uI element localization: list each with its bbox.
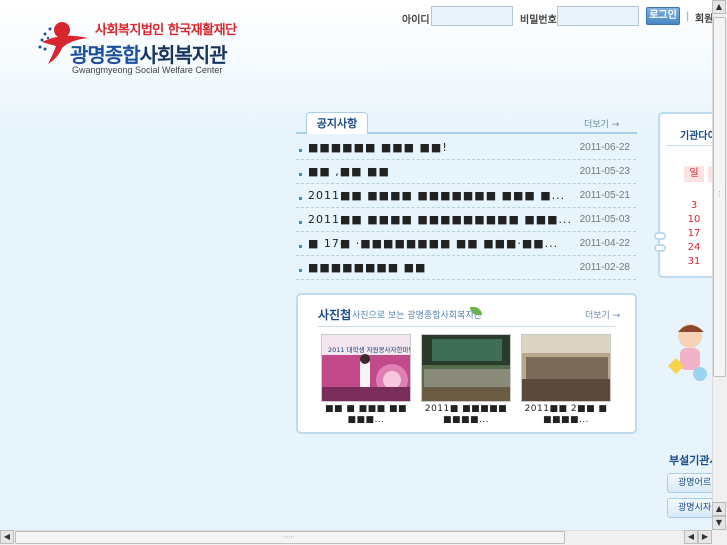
notice-row[interactable]: ■■ ,■■ ■■ 2011-05-23 — [296, 160, 636, 184]
scroll-left-button[interactable]: ◀ — [0, 530, 14, 544]
photo-more-link[interactable]: 더보기 → — [585, 308, 620, 321]
photo-image — [422, 335, 510, 401]
vertical-scroll-thumb[interactable]: ⋮⋮ — [713, 17, 727, 377]
notice-title[interactable]: ■■ ,■■ ■■ — [308, 165, 390, 178]
caption-line2: ■■■... — [347, 415, 385, 425]
photo-thumbnail[interactable] — [521, 334, 611, 402]
photo-thumbnail[interactable] — [421, 334, 511, 402]
calendar-ring — [654, 232, 666, 240]
site-logo[interactable]: 사회복지법인 한국재활재단 광명종합사회복지관 Gwangmyeong Soci… — [36, 18, 237, 80]
photo-album-title[interactable]: 사진첩 — [318, 306, 351, 323]
horizontal-scroll-thumb[interactable]: ⋯⋯ — [15, 531, 565, 544]
photo-caption[interactable]: 2011■ ■■■■■ ■■■■... — [416, 404, 516, 426]
notice-row[interactable]: 2011■■ ■■■■ ■■■■■■■ ■■■ ■... 2011-05-21 — [296, 184, 636, 208]
grip-icon: ⋮⋮ — [716, 190, 727, 198]
photo-image: 2011 대학생 자원봉사자한마당 — [322, 335, 411, 401]
photo-caption[interactable]: ■■ ■ ■■■ ■■ ■■■... — [316, 404, 416, 426]
calendar-date[interactable]: 10 — [685, 214, 703, 225]
logo-center-name: 광명종합사회복지관 — [70, 39, 228, 68]
notice-row[interactable]: ■■■■■■ ■■■ ■■! 2011-06-22 — [296, 136, 636, 160]
logo-name-part1: 광명종합 — [70, 43, 141, 67]
grip-icon: ⋯⋯ — [282, 533, 295, 541]
calendar-date[interactable]: 17 — [685, 228, 703, 239]
notice-row[interactable]: ■ 17■ ·■■■■■■■■ ■■ ■■■·■■... 2011-04-22 — [296, 232, 636, 256]
logo-english-name: Gwangmyeong Social Welfare Center — [72, 65, 223, 75]
bullet-icon — [299, 245, 302, 248]
notice-title[interactable]: ■ 17■ ·■■■■■■■■ ■■ ■■■·■■... — [308, 237, 558, 250]
caption-line1: 2011■■ 2■■ ■ — [524, 404, 608, 414]
kids-illustration — [668, 324, 707, 381]
photo-thumbnail[interactable]: 2011 대학생 자원봉사자한마당 — [321, 334, 411, 402]
scrollbar-corner — [712, 530, 727, 545]
notice-title[interactable]: 2011■■ ■■■■ ■■■■■■■■■ ■■■... — [308, 213, 572, 226]
calendar-date[interactable]: 24 — [685, 242, 703, 253]
calendar-ring — [654, 244, 666, 252]
notice-date: 2011-04-22 — [579, 238, 630, 249]
caption-line1: 2011■ ■■■■■ — [424, 404, 508, 414]
notice-title[interactable]: ■■■■■■ ■■■ ■■! — [308, 141, 448, 154]
photo-album-subtitle: 사진으로 보는 광명종합사회복지관 — [352, 311, 482, 321]
id-label: 아이디 — [402, 15, 430, 26]
logo-foundation-name: 사회복지법인 한국재활재단 — [95, 23, 237, 38]
id-input[interactable] — [431, 6, 513, 26]
sub-institution-link[interactable]: 광명어르 — [667, 473, 715, 493]
scroll-down-button[interactable]: ▼ — [712, 516, 726, 530]
calendar-widget: 기관다이 일 3 10 17 24 31 — [658, 112, 720, 278]
notice-date: 2011-05-23 — [579, 166, 630, 177]
scroll-left-button-2[interactable]: ◀ — [684, 530, 698, 544]
caption-line2: ■■■■... — [442, 415, 490, 425]
login-button[interactable]: 로그인 — [646, 7, 680, 25]
logo-name-part2: 사회복지관 — [139, 43, 228, 67]
caption-line1: ■■ ■ ■■■ ■■ — [324, 404, 408, 414]
sub-institution-link[interactable]: 광명시자 — [667, 498, 715, 518]
divider — [318, 326, 616, 327]
scroll-up-button[interactable]: ▲ — [712, 0, 726, 14]
photo-banner-text: 2011 대학생 자원봉사자한마당 — [328, 345, 411, 354]
member-join-link[interactable]: 회원 — [695, 10, 713, 25]
bullet-icon — [299, 173, 302, 176]
notice-more-link[interactable]: 더보기 → — [584, 117, 619, 130]
bullet-icon — [299, 197, 302, 200]
notice-row[interactable]: ■■■■■■■■ ■■ 2011-02-28 — [296, 256, 636, 280]
photo-image — [522, 335, 610, 401]
calendar-date[interactable]: 31 — [685, 256, 703, 267]
notice-date: 2011-06-22 — [579, 142, 630, 153]
notice-date: 2011-05-03 — [579, 214, 630, 225]
password-label: 비밀번호 — [520, 15, 557, 26]
notice-title[interactable]: ■■■■■■■■ ■■ — [308, 261, 426, 274]
password-input[interactable] — [557, 6, 639, 26]
photo-album-box: 사진첩 사진으로 보는 광명종합사회복지관 더보기 → 2011 대학생 자원봉… — [296, 293, 637, 434]
notice-board: 공지사항 더보기 → ■■■■■■ ■■■ ■■! 2011-06-22 ■■ … — [296, 112, 638, 282]
scroll-right-button[interactable]: ▶ — [698, 530, 712, 544]
notice-date: 2011-05-21 — [579, 190, 630, 201]
caption-line2: ■■■■... — [542, 415, 590, 425]
scroll-up-button-2[interactable]: ▲ — [712, 502, 726, 516]
bullet-icon — [299, 221, 302, 224]
notice-title[interactable]: 2011■■ ■■■■ ■■■■■■■ ■■■ ■... — [308, 189, 565, 202]
bullet-icon — [299, 149, 302, 152]
photo-caption[interactable]: 2011■■ 2■■ ■ ■■■■... — [516, 404, 616, 426]
tab-notice[interactable]: 공지사항 — [306, 112, 368, 134]
divider: | — [686, 11, 690, 22]
bullet-icon — [299, 269, 302, 272]
notice-date: 2011-02-28 — [579, 262, 630, 273]
calendar-day-header: 일 — [684, 166, 704, 182]
calendar-date[interactable]: 3 — [685, 200, 703, 211]
notice-row[interactable]: 2011■■ ■■■■ ■■■■■■■■■ ■■■... 2011-05-03 — [296, 208, 636, 232]
